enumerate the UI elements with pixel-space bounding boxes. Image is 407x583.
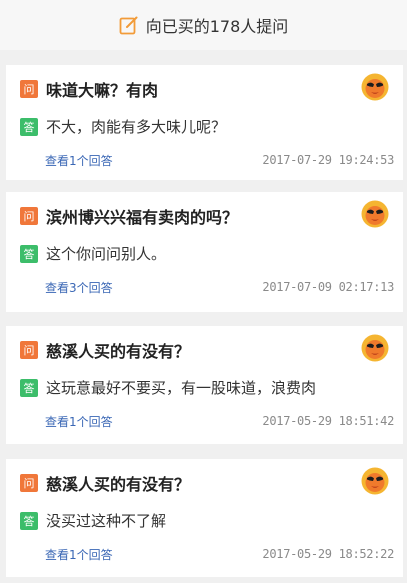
question-row: 问 味道大嘛？有肉 bbox=[20, 77, 158, 101]
question-badge: 问 bbox=[20, 474, 38, 492]
timestamp: 2017-07-09 02:17:13 bbox=[262, 280, 394, 294]
answer-row: 答 这玩意最好不要买，有一股味道，浪费肉 bbox=[20, 377, 316, 398]
question-badge: 问 bbox=[20, 341, 38, 359]
view-answers-link[interactable]: 查看1个回答 bbox=[45, 152, 113, 169]
question-badge: 问 bbox=[20, 207, 38, 225]
question-row: 问 滨州博兴兴福有卖肉的吗？ bbox=[20, 204, 238, 228]
answer-row: 答 这个你问问别人。 bbox=[20, 243, 166, 264]
answer-badge: 答 bbox=[20, 117, 38, 136]
view-answers-link[interactable]: 查看1个回答 bbox=[45, 413, 113, 430]
edit-icon bbox=[119, 16, 138, 35]
question-badge: 问 bbox=[20, 80, 38, 98]
question-row: 问 慈溪人买的有没有？ bbox=[20, 338, 190, 362]
user-avatar-icon[interactable] bbox=[361, 467, 389, 495]
answer-badge: 答 bbox=[20, 511, 38, 530]
answer-row: 答 没买过这种不了解 bbox=[20, 510, 166, 531]
user-avatar-icon[interactable] bbox=[361, 73, 389, 101]
timestamp: 2017-05-29 18:51:42 bbox=[262, 414, 394, 428]
question-text: 滨州博兴兴福有卖肉的吗？ bbox=[46, 208, 239, 227]
user-avatar-icon[interactable] bbox=[361, 334, 389, 362]
view-answers-link[interactable]: 查看3个回答 bbox=[45, 279, 113, 296]
answer-text: 不大，肉能有多大味儿呢？ bbox=[46, 118, 227, 136]
user-avatar-icon[interactable] bbox=[361, 200, 389, 228]
question-card[interactable]: 问 慈溪人买的有没有？ 答 没买过这种不了解 查看1个回答 2017-05-29… bbox=[6, 459, 403, 577]
header: 向已买的178人提问 bbox=[0, 0, 407, 50]
question-text: 味道大嘛？有肉 bbox=[46, 81, 159, 100]
answer-row: 答 不大，肉能有多大味儿呢？ bbox=[20, 116, 226, 137]
answer-text: 这个你问问别人。 bbox=[46, 245, 167, 263]
page-title: 向已买的178人提问 bbox=[145, 17, 289, 36]
timestamp: 2017-07-29 19:24:53 bbox=[262, 153, 394, 167]
question-card[interactable]: 问 慈溪人买的有没有？ 答 这玩意最好不要买，有一股味道，浪费肉 查看1个回答 … bbox=[6, 326, 403, 444]
answer-badge: 答 bbox=[20, 244, 38, 263]
timestamp: 2017-05-29 18:52:22 bbox=[262, 547, 394, 561]
answer-text: 这玩意最好不要买，有一股味道，浪费肉 bbox=[46, 379, 317, 397]
question-card[interactable]: 问 滨州博兴兴福有卖肉的吗？ 答 这个你问问别人。 查看3个回答 2017-07… bbox=[6, 192, 403, 312]
question-text: 慈溪人买的有没有？ bbox=[46, 475, 191, 494]
question-card[interactable]: 问 味道大嘛？有肉 答 不大，肉能有多大味儿呢？ 查看1个回答 2017-07-… bbox=[6, 65, 403, 180]
question-row: 问 慈溪人买的有没有？ bbox=[20, 471, 190, 495]
view-answers-link[interactable]: 查看1个回答 bbox=[45, 546, 113, 563]
answer-text: 没买过这种不了解 bbox=[46, 512, 167, 530]
question-text: 慈溪人买的有没有？ bbox=[46, 342, 191, 361]
answer-badge: 答 bbox=[20, 378, 38, 397]
